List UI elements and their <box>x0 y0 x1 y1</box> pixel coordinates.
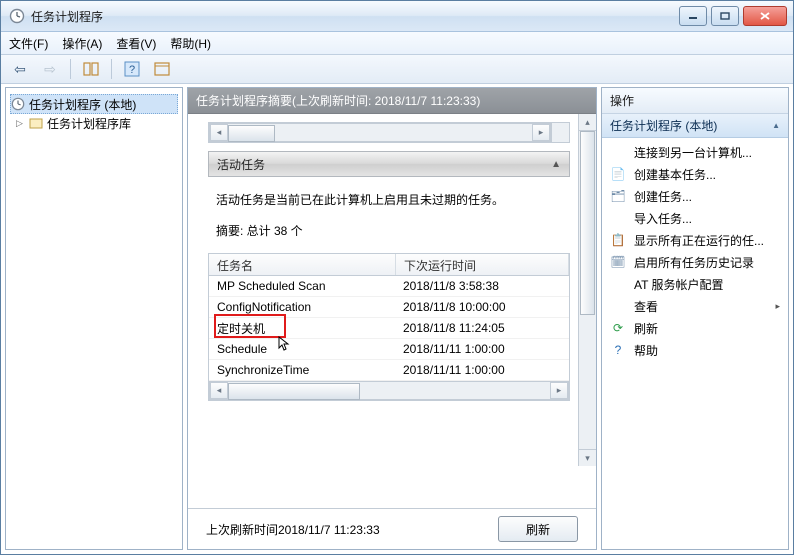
action-show-running[interactable]: 📋显示所有正在运行的任... <box>602 229 788 251</box>
action-create-basic-task[interactable]: 📄创建基本任务... <box>602 163 788 185</box>
last-refresh-label: 上次刷新时间2018/11/7 11:23:33 <box>206 521 380 538</box>
tree-child[interactable]: ▷ 任务计划程序库 <box>10 114 178 132</box>
scroll-right-icon[interactable]: ▸ <box>532 124 550 141</box>
tree-root-label: 任务计划程序 (本地) <box>29 96 136 113</box>
scroll-left-icon[interactable]: ◂ <box>210 124 228 141</box>
scroll-track[interactable] <box>228 125 532 140</box>
col-next-run[interactable]: 下次运行时间 <box>396 254 569 275</box>
actions-list: 连接到另一台计算机... 📄创建基本任务... 🗂创建任务... 导入任务...… <box>602 138 788 364</box>
history-icon: 🗓 <box>610 255 626 269</box>
submenu-icon: ▸ <box>775 301 780 312</box>
menu-view[interactable]: 查看(V) <box>116 35 156 52</box>
summary-body: ◂ ▸ 活动任务 ▲ 活动任务是当前已在此计算机上启用且未过期的任务。 摘要: … <box>188 114 596 508</box>
actions-panel: 操作 任务计划程序 (本地) ▲ 连接到另一台计算机... 📄创建基本任务...… <box>601 87 789 550</box>
maximize-button[interactable] <box>711 6 739 26</box>
active-tasks-body: 活动任务是当前已在此计算机上启用且未过期的任务。 摘要: 总计 38 个 <box>208 191 570 239</box>
table-row[interactable]: MP Scheduled Scan2018/11/8 3:58:38 <box>209 276 569 297</box>
toolbar-divider <box>70 59 71 79</box>
table-row[interactable]: SynchronizeTime2018/11/11 1:00:00 <box>209 360 569 381</box>
action-help[interactable]: ?帮助 <box>602 339 788 361</box>
window-title: 任务计划程序 <box>31 8 675 25</box>
menu-help[interactable]: 帮助(H) <box>170 35 211 52</box>
left-panel: 任务计划程序 (本地) ▷ 任务计划程序库 <box>5 87 183 550</box>
actions-header: 操作 <box>602 88 788 114</box>
col-task-name[interactable]: 任务名 <box>209 254 396 275</box>
app-icon <box>9 8 25 24</box>
collapse-icon[interactable]: ▲ <box>772 121 780 130</box>
menu-file[interactable]: 文件(F) <box>9 35 48 52</box>
active-tasks-desc: 活动任务是当前已在此计算机上启用且未过期的任务。 <box>216 191 562 208</box>
wizard-icon: 📄 <box>610 167 626 181</box>
active-tasks-summary: 摘要: 总计 38 个 <box>216 222 562 239</box>
expand-icon[interactable]: ▷ <box>14 118 25 129</box>
top-scroll-region: ◂ ▸ <box>208 122 570 143</box>
help-button[interactable]: ? <box>119 57 145 81</box>
close-button[interactable] <box>743 6 787 26</box>
action-view[interactable]: 查看▸ <box>602 295 788 317</box>
scroll-right-icon[interactable]: ▸ <box>550 382 568 399</box>
menubar: 文件(F) 操作(A) 查看(V) 帮助(H) <box>1 32 793 55</box>
tree-root[interactable]: 任务计划程序 (本地) <box>10 94 178 114</box>
menu-action[interactable]: 操作(A) <box>62 35 102 52</box>
table-hscroll[interactable]: ◂ ▸ <box>209 381 569 400</box>
scroll-corner <box>551 123 569 142</box>
refresh-icon: ⟳ <box>610 321 626 335</box>
body: 任务计划程序 (本地) ▷ 任务计划程序库 任务计划程序摘要(上次刷新时间: 2… <box>1 83 793 554</box>
mid-vscroll[interactable]: ▴ ▾ <box>578 114 596 466</box>
table-row[interactable]: Schedule2018/11/11 1:00:00 <box>209 339 569 360</box>
summary-header: 任务计划程序摘要(上次刷新时间: 2018/11/7 11:23:33) <box>188 88 596 114</box>
active-tasks-header[interactable]: 活动任务 ▲ <box>208 151 570 177</box>
scroll-left-icon[interactable]: ◂ <box>210 382 228 399</box>
tree-child-label: 任务计划程序库 <box>47 115 131 132</box>
task-icon: 🗂 <box>610 189 626 203</box>
action-connect[interactable]: 连接到另一台计算机... <box>602 141 788 163</box>
tool-scope-button[interactable] <box>78 57 104 81</box>
actions-subheader: 任务计划程序 (本地) ▲ <box>602 114 788 138</box>
tree: 任务计划程序 (本地) ▷ 任务计划程序库 <box>6 88 182 138</box>
tool-pane-button[interactable] <box>149 57 175 81</box>
cursor-icon <box>278 336 290 352</box>
action-import-task[interactable]: 导入任务... <box>602 207 788 229</box>
window-buttons <box>675 6 787 26</box>
collapse-icon[interactable]: ▲ <box>551 159 561 170</box>
table-header: 任务名 下次运行时间 <box>209 254 569 276</box>
help-icon: ? <box>610 343 626 357</box>
footer: 上次刷新时间2018/11/7 11:23:33 刷新 <box>188 508 596 549</box>
action-create-task[interactable]: 🗂创建任务... <box>602 185 788 207</box>
forward-button[interactable]: ⇨ <box>37 57 63 81</box>
list-icon: 📋 <box>610 233 626 247</box>
back-button[interactable]: ⇦ <box>7 57 33 81</box>
window: 任务计划程序 文件(F) 操作(A) 查看(V) 帮助(H) ⇦ ⇨ ? 任务计… <box>0 0 794 555</box>
table-row[interactable]: ConfigNotification2018/11/8 10:00:00 <box>209 297 569 318</box>
svg-text:?: ? <box>129 64 135 76</box>
table-row[interactable]: 定时关机2018/11/8 11:24:05 <box>209 318 569 339</box>
titlebar: 任务计划程序 <box>1 1 793 32</box>
middle-panel: 任务计划程序摘要(上次刷新时间: 2018/11/7 11:23:33) ◂ ▸… <box>187 87 597 550</box>
action-enable-history[interactable]: 🗓启用所有任务历史记录 <box>602 251 788 273</box>
action-refresh[interactable]: ⟳刷新 <box>602 317 788 339</box>
tasks-table: 任务名 下次运行时间 MP Scheduled Scan2018/11/8 3:… <box>208 253 570 401</box>
action-at-config[interactable]: AT 服务帐户配置 <box>602 273 788 295</box>
minimize-button[interactable] <box>679 6 707 26</box>
active-tasks-title: 活动任务 <box>217 156 265 173</box>
toolbar: ⇦ ⇨ ? <box>1 55 793 84</box>
toolbar-divider <box>111 59 112 79</box>
refresh-button[interactable]: 刷新 <box>498 516 578 542</box>
